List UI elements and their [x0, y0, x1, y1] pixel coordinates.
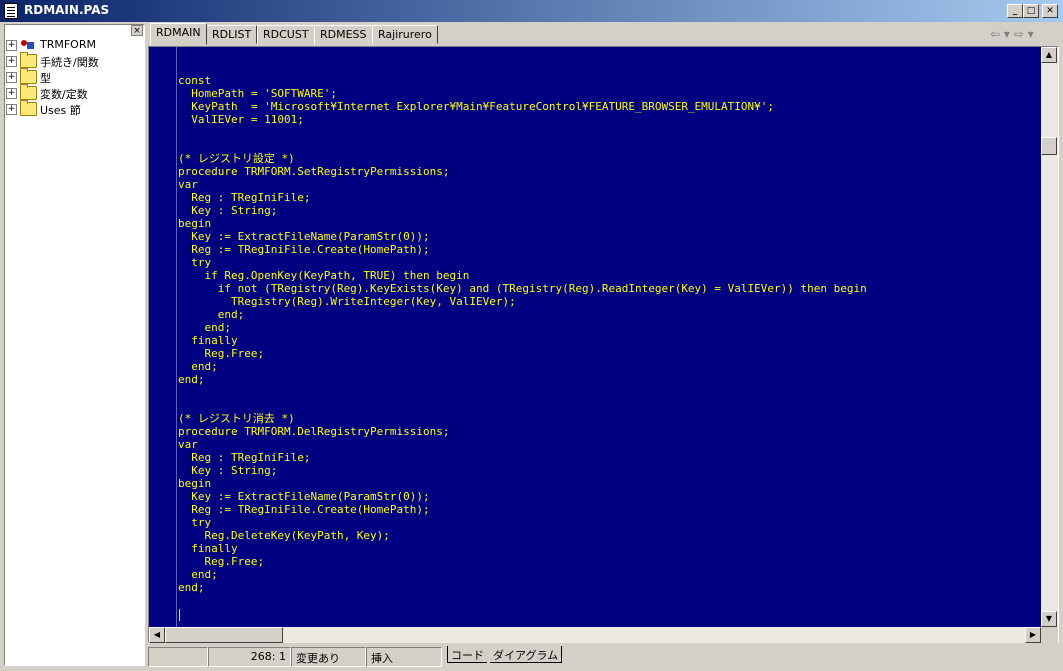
expand-icon[interactable]: + — [6, 72, 17, 83]
minimize-button[interactable]: _ — [1007, 4, 1023, 18]
code-text[interactable]: const HomePath = 'SOFTWARE'; KeyPath = '… — [178, 74, 867, 594]
tree-item-label: Uses 節 — [40, 104, 81, 117]
tree-item-variables[interactable]: + 変数/定数 — [6, 84, 131, 101]
tab-rdcust[interactable]: RDCUST — [257, 25, 315, 44]
document-icon — [4, 3, 18, 19]
tree-close-button[interactable]: × — [131, 25, 143, 36]
tree-item-uses[interactable]: + Uses 節 — [6, 100, 131, 117]
text-caret — [179, 609, 180, 621]
folder-icon — [20, 100, 37, 116]
nav-arrows[interactable]: ⇦ ▾ ⇨ ▾ — [990, 27, 1060, 43]
folder-icon — [20, 84, 37, 100]
back-arrow-icon[interactable]: ⇦ ▾ — [990, 27, 1010, 41]
scroll-left-button[interactable]: ◀ — [149, 627, 165, 643]
modified-status: 変更あり — [291, 647, 366, 667]
tree-item-trmform[interactable]: + TRMFORM — [6, 37, 131, 53]
vertical-scrollbar[interactable] — [1041, 47, 1058, 627]
status-cell-blank — [148, 647, 208, 667]
folder-icon — [20, 52, 37, 68]
title-bar[interactable] — [0, 0, 1063, 22]
vertical-scroll-thumb[interactable] — [1041, 137, 1057, 155]
maximize-button[interactable]: □ — [1023, 4, 1039, 18]
tab-code-view[interactable]: コード — [447, 646, 487, 663]
horizontal-scroll-thumb[interactable] — [165, 627, 283, 643]
window-title: RDMAIN.PAS — [24, 3, 110, 17]
editor-gutter[interactable] — [149, 47, 177, 627]
insert-mode-status: 挿入 — [366, 647, 442, 667]
tab-rdmain[interactable]: RDMAIN — [150, 23, 207, 45]
expand-icon[interactable]: + — [6, 104, 17, 115]
tab-rdlist[interactable]: RDLIST — [206, 25, 258, 44]
structure-tree[interactable] — [4, 24, 145, 666]
cursor-position: 268: 1 — [208, 647, 291, 667]
close-button[interactable]: ✕ — [1042, 4, 1058, 18]
scroll-up-button[interactable]: ▲ — [1041, 47, 1057, 63]
expand-icon[interactable]: + — [6, 88, 17, 99]
scroll-down-button[interactable]: ▼ — [1041, 611, 1057, 627]
tab-diagram-view[interactable]: ダイアグラム — [490, 646, 563, 663]
form-icon — [20, 38, 35, 50]
tree-item-procedures[interactable]: + 手続き/関数 — [6, 52, 131, 69]
folder-icon — [20, 68, 37, 84]
tree-item-label: TRMFORM — [40, 38, 96, 51]
expand-icon[interactable]: + — [6, 40, 17, 51]
tree-item-label: 型 — [40, 72, 51, 85]
tree-item-label: 手続き/関数 — [40, 56, 99, 69]
scroll-right-button[interactable]: ▶ — [1025, 627, 1041, 643]
tree-item-label: 変数/定数 — [40, 88, 88, 101]
tree-item-types[interactable]: + 型 — [6, 68, 131, 85]
tab-rajirurero[interactable]: Rajirurero — [372, 25, 438, 44]
forward-arrow-icon[interactable]: ⇨ ▾ — [1014, 27, 1034, 41]
scroll-corner — [1041, 627, 1058, 643]
expand-icon[interactable]: + — [6, 56, 17, 67]
tab-rdmess[interactable]: RDMESS — [314, 25, 373, 44]
